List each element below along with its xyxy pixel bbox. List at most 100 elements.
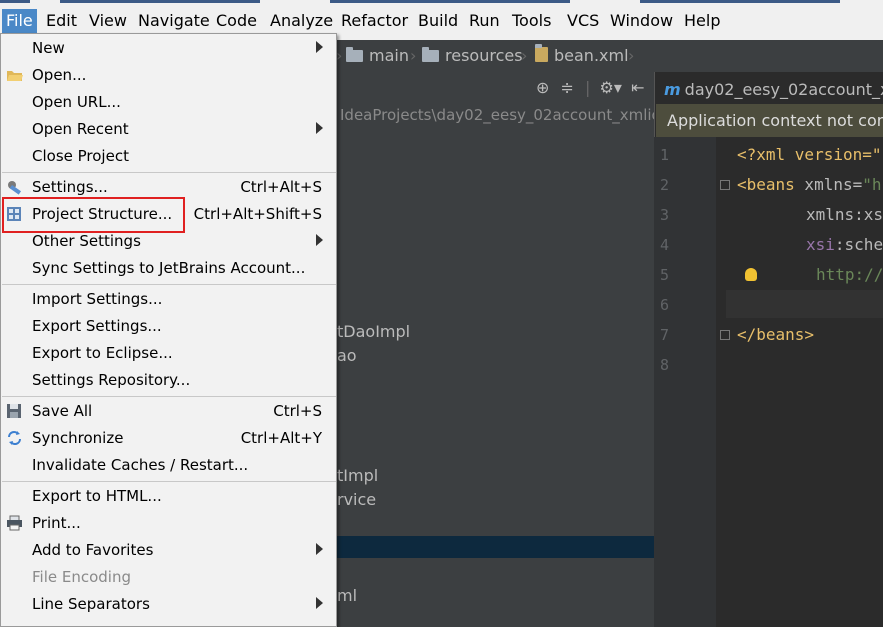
menu-help[interactable]: Help bbox=[680, 9, 724, 33]
menu-edit[interactable]: Edit bbox=[42, 9, 81, 33]
lightbulb-icon[interactable] bbox=[745, 268, 757, 281]
menu-separator bbox=[2, 172, 336, 173]
line-number: 6 bbox=[660, 296, 670, 314]
tree-item[interactable]: rvice bbox=[337, 490, 376, 509]
collapse-icon[interactable]: ≑ bbox=[561, 78, 574, 97]
submenu-arrow-icon bbox=[316, 234, 323, 246]
breadcrumb-main[interactable]: main bbox=[346, 46, 409, 66]
project-toolbar: ⊕ ≑ | ⚙▾ ⇤ bbox=[536, 78, 645, 97]
tab-label: day02_eesy_02account_xml bbox=[684, 80, 883, 99]
resources-folder-icon bbox=[422, 47, 439, 62]
menu-item-open-url[interactable]: Open URL... bbox=[1, 89, 336, 116]
code-attr: xmlns= bbox=[794, 175, 863, 194]
menu-item-close-project[interactable]: Close Project bbox=[1, 143, 336, 170]
menu-item-label: Close Project bbox=[32, 147, 129, 165]
line-number: 5 bbox=[660, 266, 670, 284]
menu-item-label: Print... bbox=[32, 514, 81, 532]
code-line-2: <beans xmlns="h bbox=[737, 175, 882, 194]
menu-item-export-settings[interactable]: Export Settings... bbox=[1, 313, 336, 340]
menu-item-open[interactable]: Open... bbox=[1, 62, 336, 89]
menu-item-label: Synchronize bbox=[32, 429, 124, 447]
editor-tab[interactable]: mday02_eesy_02account_xml bbox=[656, 76, 883, 104]
submenu-arrow-icon bbox=[316, 597, 323, 609]
menu-separator bbox=[2, 481, 336, 482]
menu-navigate[interactable]: Navigate bbox=[134, 9, 214, 33]
menu-item-save-all[interactable]: Save All Ctrl+S bbox=[1, 398, 336, 425]
menu-item-export-html[interactable]: Export to HTML... bbox=[1, 483, 336, 510]
menu-code[interactable]: Code bbox=[212, 9, 261, 33]
menu-item-shortcut: Ctrl+S bbox=[273, 402, 322, 420]
breadcrumb-separator-icon: › bbox=[410, 46, 417, 65]
line-number: 3 bbox=[660, 206, 670, 224]
menu-item-new[interactable]: New bbox=[1, 35, 336, 62]
menu-item-label: Save All bbox=[32, 402, 93, 420]
selected-tree-row[interactable] bbox=[336, 536, 654, 558]
submenu-arrow-icon bbox=[316, 543, 323, 555]
fold-icon[interactable] bbox=[720, 180, 730, 190]
menu-item-settings-repository[interactable]: Settings Repository... bbox=[1, 367, 336, 394]
menu-tools[interactable]: Tools bbox=[508, 9, 555, 33]
breadcrumb-bean-xml[interactable]: bean.xml bbox=[535, 44, 629, 66]
module-icon: m bbox=[664, 80, 681, 99]
menu-item-import-settings[interactable]: Import Settings... bbox=[1, 286, 336, 313]
tree-item[interactable]: tImpl bbox=[337, 466, 378, 485]
line-number: 1 bbox=[660, 146, 670, 164]
menu-item-label: Sync Settings to JetBrains Account... bbox=[32, 259, 306, 277]
project-structure-highlight bbox=[2, 197, 185, 233]
project-path: IdeaProjects\day02_eesy_02account_xmlioc bbox=[340, 106, 654, 124]
menu-item-label: Other Settings bbox=[32, 232, 141, 250]
menu-item-print[interactable]: Print... bbox=[1, 510, 336, 537]
menu-item-invalidate-caches[interactable]: Invalidate Caches / Restart... bbox=[1, 452, 336, 479]
breadcrumb-separator-icon: › bbox=[521, 46, 528, 65]
line-number: 8 bbox=[660, 356, 670, 374]
fold-icon[interactable] bbox=[720, 330, 730, 340]
menu-build[interactable]: Build bbox=[414, 9, 462, 33]
hide-icon[interactable]: ⇤ bbox=[631, 78, 644, 97]
menu-item-label: Export to Eclipse... bbox=[32, 344, 173, 362]
tree-item[interactable]: ml bbox=[337, 586, 357, 605]
menu-item-synchronize[interactable]: Synchronize Ctrl+Alt+Y bbox=[1, 425, 336, 452]
line-number: 4 bbox=[660, 236, 670, 254]
code-line-3: xmlns:xs bbox=[806, 205, 883, 224]
menu-item-label: New bbox=[32, 39, 65, 57]
breadcrumb-label: bean.xml bbox=[554, 46, 629, 65]
menu-item-shortcut: Ctrl+Alt+S bbox=[240, 178, 322, 196]
target-icon[interactable]: ⊕ bbox=[536, 78, 549, 97]
menu-item-shortcut: Ctrl+Alt+Shift+S bbox=[193, 205, 322, 223]
submenu-arrow-icon bbox=[316, 41, 323, 53]
menu-item-export-eclipse[interactable]: Export to Eclipse... bbox=[1, 340, 336, 367]
menu-run[interactable]: Run bbox=[465, 9, 504, 33]
breadcrumb-label: resources bbox=[445, 46, 523, 65]
folder-open-icon bbox=[6, 67, 24, 83]
menu-item-label: Export to HTML... bbox=[32, 487, 162, 505]
breadcrumb-resources[interactable]: resources bbox=[422, 46, 523, 66]
menu-item-sync-settings[interactable]: Sync Settings to JetBrains Account... bbox=[1, 255, 336, 282]
tree-item[interactable]: ao bbox=[337, 346, 357, 365]
tree-item[interactable]: tDaoImpl bbox=[337, 322, 410, 341]
menu-vcs[interactable]: VCS bbox=[563, 9, 603, 33]
menu-item-add-favorites[interactable]: Add to Favorites bbox=[1, 537, 336, 564]
menu-item-label: Settings... bbox=[32, 178, 108, 196]
code-line-5: http:// bbox=[816, 265, 883, 284]
menu-item-line-separators[interactable]: Line Separators bbox=[1, 591, 336, 618]
sync-icon bbox=[6, 430, 24, 446]
menu-window[interactable]: Window bbox=[606, 9, 677, 33]
printer-icon bbox=[6, 515, 24, 531]
menu-separator bbox=[2, 284, 336, 285]
menu-item-label: Settings Repository... bbox=[32, 371, 191, 389]
code-line-7: </beans> bbox=[737, 325, 815, 344]
gear-icon[interactable]: ⚙▾ bbox=[599, 78, 621, 97]
menu-item-file-encoding: File Encoding bbox=[1, 564, 336, 591]
menu-refactor[interactable]: Refactor bbox=[337, 9, 412, 33]
code-attr: :sche bbox=[834, 235, 883, 254]
menu-item-label: Open URL... bbox=[32, 93, 121, 111]
menu-analyze[interactable]: Analyze bbox=[266, 9, 337, 33]
menu-item-open-recent[interactable]: Open Recent bbox=[1, 116, 336, 143]
menu-item-label: File Encoding bbox=[32, 568, 131, 586]
menu-separator bbox=[2, 396, 336, 397]
menu-view[interactable]: View bbox=[85, 9, 131, 33]
menu-file[interactable]: File bbox=[2, 9, 37, 33]
menu-item-label: Add to Favorites bbox=[32, 541, 154, 559]
code-line-1: <?xml version=" bbox=[737, 145, 882, 164]
breadcrumb-label: main bbox=[369, 46, 409, 65]
